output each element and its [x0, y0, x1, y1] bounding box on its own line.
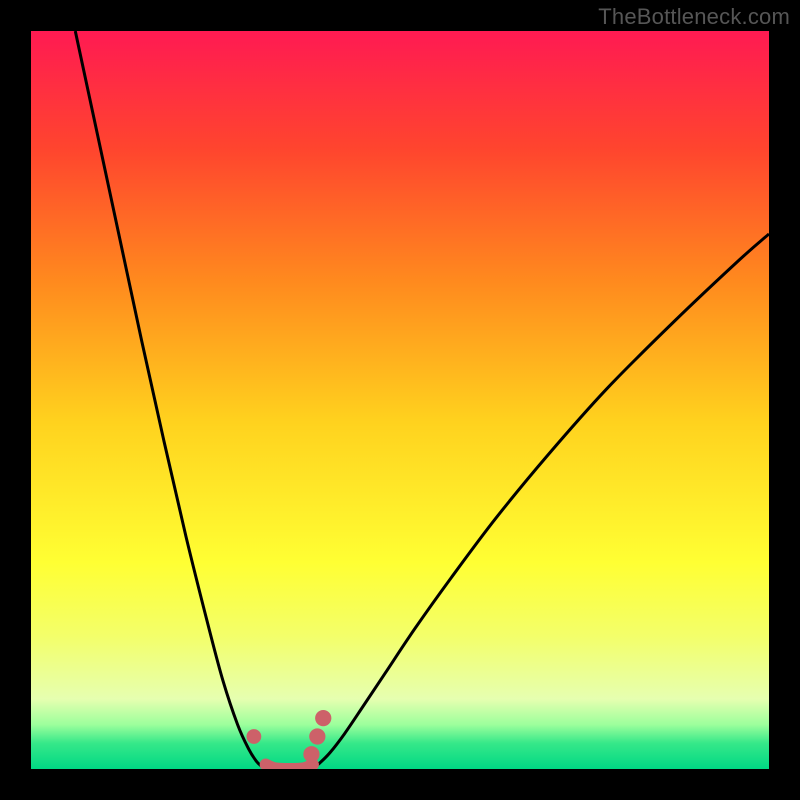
marker-dot-right-3 — [315, 710, 331, 726]
marker-dot-left — [247, 729, 262, 744]
plot-background — [31, 31, 769, 769]
marker-dot-right-1 — [303, 746, 319, 762]
marker-dot-right-2 — [309, 728, 325, 744]
chart-svg — [31, 31, 769, 769]
series-floor-segment — [266, 765, 313, 769]
watermark-text: TheBottleneck.com — [598, 4, 790, 30]
chart-stage: TheBottleneck.com — [0, 0, 800, 800]
